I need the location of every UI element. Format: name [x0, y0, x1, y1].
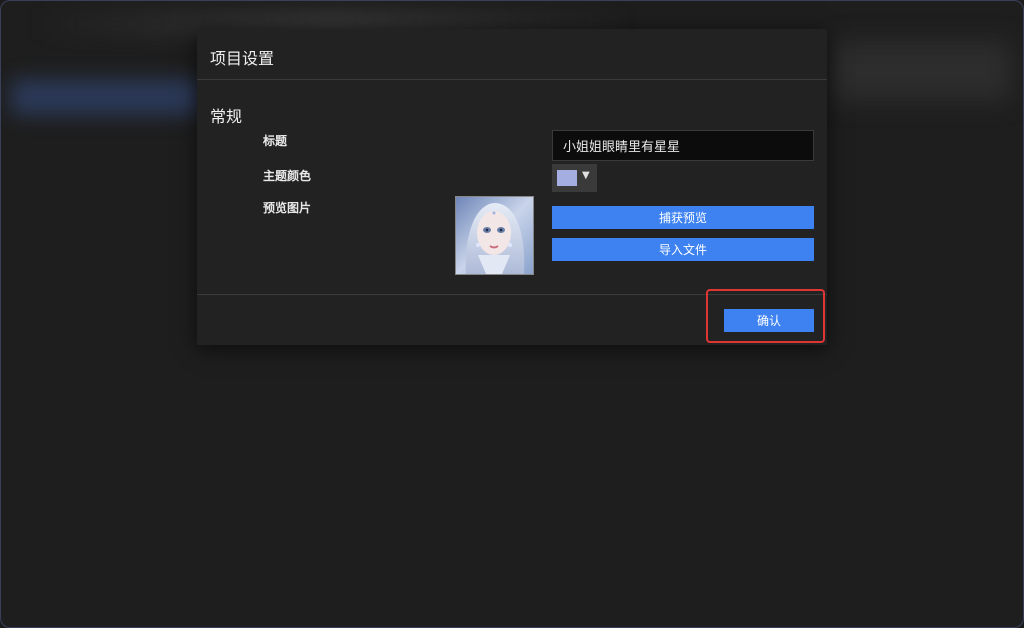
header-divider: [197, 79, 827, 80]
title-input[interactable]: [552, 130, 814, 161]
background-blur: [831, 41, 1011, 101]
color-swatch: [557, 170, 577, 186]
title-label: 标题: [263, 134, 288, 148]
theme-color-picker[interactable]: ▼: [552, 164, 597, 192]
preview-image: [455, 196, 534, 275]
dialog-title: 项目设置: [210, 49, 275, 68]
portrait-image-icon: [456, 197, 533, 274]
capture-preview-button[interactable]: 捕获预览: [552, 206, 814, 229]
chevron-down-icon: ▼: [582, 170, 590, 181]
confirm-highlight-box: [706, 289, 825, 343]
import-file-button[interactable]: 导入文件: [552, 238, 814, 261]
preview-image-label: 预览图片: [263, 201, 312, 215]
theme-color-label: 主题颜色: [263, 169, 312, 183]
background-blur-highlight: [11, 79, 201, 115]
section-title: 常规: [210, 107, 243, 126]
